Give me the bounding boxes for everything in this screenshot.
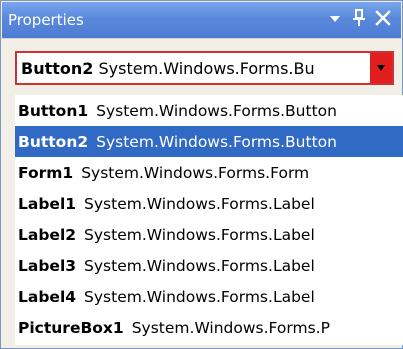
list-item-type: System.Windows.Forms.Form bbox=[81, 163, 310, 182]
list-item-type: System.Windows.Forms.Label bbox=[84, 225, 315, 244]
window-position-dropdown-icon[interactable] bbox=[323, 10, 347, 30]
close-panel-button[interactable] bbox=[371, 10, 395, 30]
list-item[interactable]: PictureBox1 System.Windows.Forms.P bbox=[15, 312, 403, 343]
selected-object-name: Button2 bbox=[21, 58, 94, 78]
list-item[interactable]: Button1 System.Windows.Forms.Button bbox=[15, 95, 403, 126]
panel-title: Properties bbox=[8, 11, 84, 29]
list-item-type: System.Windows.Forms.Label bbox=[84, 256, 315, 275]
object-selector-list[interactable]: Button1 System.Windows.Forms.Button Button… bbox=[15, 95, 403, 345]
dropdown-arrow-icon bbox=[377, 65, 385, 71]
list-item-name: Label4 bbox=[18, 287, 77, 306]
list-item[interactable]: Label1 System.Windows.Forms.Label bbox=[15, 188, 403, 219]
list-item-type: System.Windows.Forms.P bbox=[131, 318, 330, 337]
list-item[interactable]: Button2 System.Windows.Forms.Button bbox=[15, 126, 403, 157]
close-icon bbox=[375, 10, 391, 26]
list-item-name: Label2 bbox=[18, 225, 77, 244]
chevron-down-icon bbox=[330, 16, 340, 22]
list-item-name: Form1 bbox=[18, 163, 74, 182]
selected-object-type: System.Windows.Forms.Bu bbox=[98, 58, 315, 78]
list-item-type: System.Windows.Forms.Button bbox=[96, 132, 337, 151]
auto-hide-pin-icon[interactable] bbox=[347, 9, 371, 31]
list-item-name: Label3 bbox=[18, 256, 77, 275]
list-item[interactable]: Label4 System.Windows.Forms.Label bbox=[15, 281, 403, 312]
list-item[interactable]: Label2 System.Windows.Forms.Label bbox=[15, 219, 403, 250]
list-item-type: System.Windows.Forms.Label bbox=[84, 194, 315, 213]
properties-panel: Properties Button2 System.Windows.Forms.… bbox=[0, 0, 403, 349]
list-item-name: Button2 bbox=[18, 132, 89, 151]
titlebar-divider bbox=[2, 38, 401, 39]
object-selector-value[interactable]: Button2 System.Windows.Forms.Bu bbox=[17, 59, 370, 78]
list-item[interactable]: Form1 System.Windows.Forms.Form bbox=[15, 157, 403, 188]
list-item-name: PictureBox1 bbox=[18, 318, 124, 337]
list-item-type: System.Windows.Forms.Button bbox=[96, 101, 337, 120]
list-item[interactable]: Label3 System.Windows.Forms.Label bbox=[15, 250, 403, 281]
pin-icon bbox=[353, 9, 365, 26]
object-selector-combobox[interactable]: Button2 System.Windows.Forms.Bu bbox=[15, 51, 394, 85]
object-selector-dropdown-button[interactable] bbox=[370, 53, 392, 83]
list-item-name: Button1 bbox=[18, 101, 89, 120]
list-item-name: Label1 bbox=[18, 194, 77, 213]
titlebar-buttons bbox=[323, 9, 395, 31]
properties-titlebar: Properties bbox=[2, 2, 401, 38]
list-item-type: System.Windows.Forms.Label bbox=[84, 287, 315, 306]
